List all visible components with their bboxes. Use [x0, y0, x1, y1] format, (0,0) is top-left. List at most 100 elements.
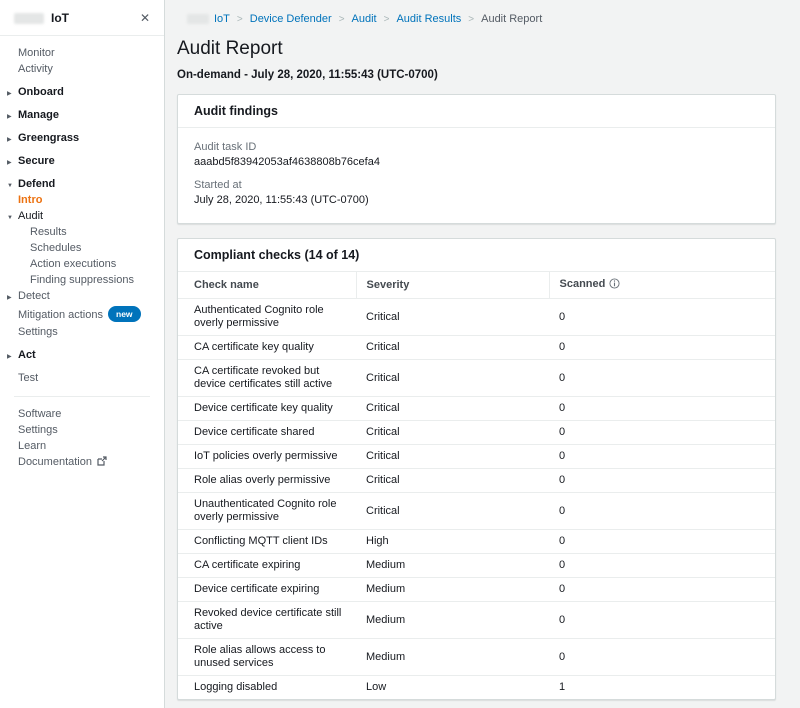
- cell-check: Device certificate shared: [178, 421, 356, 445]
- breadcrumb-separator: >: [237, 14, 243, 25]
- cell-scanned: 0: [549, 299, 775, 336]
- cell-check: CA certificate revoked but device certif…: [178, 360, 356, 397]
- chevron-down-icon: ▼: [7, 212, 13, 224]
- sidebar-item-learn[interactable]: Learn: [0, 438, 164, 454]
- breadcrumb-iot[interactable]: IoT: [214, 13, 230, 25]
- sidebar-item-action-executions[interactable]: Action executions: [0, 256, 164, 272]
- breadcrumb-separator: >: [339, 14, 345, 25]
- sidebar-item-mitigation-actions[interactable]: Mitigation actions new: [0, 304, 164, 324]
- audit-task-id-value: aaabd5f83942053af4638808b76cefa4: [194, 156, 759, 168]
- sidebar-item-label: Software: [18, 408, 61, 420]
- sidebar-item-label: Documentation: [18, 456, 92, 468]
- breadcrumb-device-defender[interactable]: Device Defender: [250, 13, 332, 25]
- col-scanned[interactable]: Scanned: [549, 272, 775, 299]
- cell-scanned: 0: [549, 639, 775, 676]
- sidebar-item-defend[interactable]: ▼Defend: [0, 176, 164, 192]
- audit-findings-card: Audit findings Audit task ID aaabd5f8394…: [177, 94, 776, 224]
- sidebar-item-software[interactable]: Software: [0, 406, 164, 422]
- sidebar-item-schedules[interactable]: Schedules: [0, 240, 164, 256]
- cell-severity: Critical: [356, 469, 549, 493]
- cell-check: IoT policies overly permissive: [178, 445, 356, 469]
- audit-findings-body: Audit task ID aaabd5f83942053af4638808b7…: [178, 128, 775, 223]
- cell-check: Revoked device certificate still active: [178, 602, 356, 639]
- sidebar-item-test[interactable]: Test: [0, 370, 164, 386]
- cell-severity: Critical: [356, 445, 549, 469]
- cell-severity: Medium: [356, 639, 549, 676]
- cell-scanned: 0: [549, 578, 775, 602]
- sidebar-item-results[interactable]: Results: [0, 224, 164, 240]
- table-row: Role alias overly permissiveCritical0: [178, 469, 775, 493]
- started-at-field: Started at July 28, 2020, 11:55:43 (UTC-…: [194, 179, 759, 206]
- cell-severity: Critical: [356, 299, 549, 336]
- compliant-checks-table: Check name Severity Scanned Authenticate…: [178, 272, 775, 699]
- cell-severity: Critical: [356, 336, 549, 360]
- sidebar-item-settings-defend[interactable]: Settings: [0, 324, 164, 340]
- page-subtitle: On-demand - July 28, 2020, 11:55:43 (UTC…: [177, 69, 776, 81]
- aws-logo: [14, 13, 44, 24]
- started-at-value: July 28, 2020, 11:55:43 (UTC-0700): [194, 194, 759, 206]
- sidebar-item-label: Schedules: [30, 242, 81, 254]
- sidebar-item-secure[interactable]: ▶ Secure: [0, 153, 164, 169]
- sidebar-item-label: Secure: [18, 155, 55, 167]
- sidebar-item-greengrass[interactable]: ▶ Greengrass: [0, 130, 164, 146]
- cell-scanned: 1: [549, 676, 775, 700]
- cell-severity: Critical: [356, 360, 549, 397]
- col-check-name[interactable]: Check name: [178, 272, 356, 299]
- info-icon[interactable]: [609, 278, 620, 292]
- sidebar-item-settings[interactable]: Settings: [0, 422, 164, 438]
- brand-title: IoT: [51, 11, 69, 25]
- sidebar-item-label: Mitigation actions: [18, 309, 103, 321]
- chevron-right-icon: ▶: [7, 134, 12, 146]
- breadcrumb-audit[interactable]: Audit: [352, 13, 377, 25]
- chevron-right-icon: ▶: [7, 292, 12, 304]
- cell-scanned: 0: [549, 360, 775, 397]
- aws-logo-redacted: [187, 14, 209, 24]
- breadcrumb: IoT > Device Defender > Audit > Audit Re…: [177, 10, 776, 36]
- sidebar-item-label: Activity: [18, 63, 53, 75]
- audit-findings-header: Audit findings: [178, 95, 775, 128]
- cell-check: CA certificate key quality: [178, 336, 356, 360]
- sidebar-item-label: Settings: [18, 326, 58, 338]
- audit-task-id-label: Audit task ID: [194, 141, 759, 153]
- sidebar-item-label: Action executions: [30, 258, 116, 270]
- cell-scanned: 0: [549, 602, 775, 639]
- compliant-checks-card: Compliant checks (14 of 14) Check name S…: [177, 238, 776, 700]
- table-row: Logging disabledLow1: [178, 676, 775, 700]
- cell-severity: Medium: [356, 578, 549, 602]
- chevron-right-icon: ▶: [7, 88, 12, 100]
- breadcrumb-audit-results[interactable]: Audit Results: [396, 13, 461, 25]
- sidebar-item-label: Intro: [18, 194, 42, 206]
- table-row: Conflicting MQTT client IDsHigh0: [178, 530, 775, 554]
- sidebar-item-label: Act: [18, 349, 36, 361]
- col-severity[interactable]: Severity: [356, 272, 549, 299]
- cell-check: CA certificate expiring: [178, 554, 356, 578]
- sidebar-item-audit[interactable]: ▼Audit: [0, 208, 164, 224]
- cell-scanned: 0: [549, 554, 775, 578]
- sidebar-item-detect[interactable]: ▶Detect: [0, 288, 164, 304]
- sidebar-item-act[interactable]: ▶ Act: [0, 347, 164, 363]
- cell-check: Logging disabled: [178, 676, 356, 700]
- sidebar-item-finding-suppressions[interactable]: Finding suppressions: [0, 272, 164, 288]
- sidebar-item-label: Greengrass: [18, 132, 79, 144]
- chevron-right-icon: ▶: [7, 157, 12, 169]
- close-icon[interactable]: ✕: [138, 11, 152, 25]
- sidebar-item-manage[interactable]: ▶Manage: [0, 107, 164, 123]
- sidebar-nav: Monitor Activity ▶Onboard ▶Manage ▶ Green…: [0, 36, 164, 708]
- table-row: CA certificate key qualityCritical0: [178, 336, 775, 360]
- cell-check: Role alias allows access to unused servi…: [178, 639, 356, 676]
- sidebar-item-documentation[interactable]: Documentation: [0, 454, 164, 471]
- page-title: Audit Report: [177, 38, 776, 60]
- sidebar-item-monitor[interactable]: Monitor: [0, 45, 164, 61]
- sidebar-item-onboard[interactable]: ▶Onboard: [0, 84, 164, 100]
- cell-check: Device certificate key quality: [178, 397, 356, 421]
- table-row: CA certificate revoked but device certif…: [178, 360, 775, 397]
- sidebar-item-activity[interactable]: Activity: [0, 61, 164, 77]
- cell-scanned: 0: [549, 397, 775, 421]
- sidebar-item-intro[interactable]: Intro: [0, 192, 164, 208]
- cell-check: Unauthenticated Cognito role overly perm…: [178, 493, 356, 530]
- cell-scanned: 0: [549, 445, 775, 469]
- audit-task-id-field: Audit task ID aaabd5f83942053af4638808b7…: [194, 141, 759, 168]
- chevron-right-icon: ▶: [7, 351, 12, 363]
- started-at-label: Started at: [194, 179, 759, 191]
- new-badge: new: [108, 306, 141, 322]
